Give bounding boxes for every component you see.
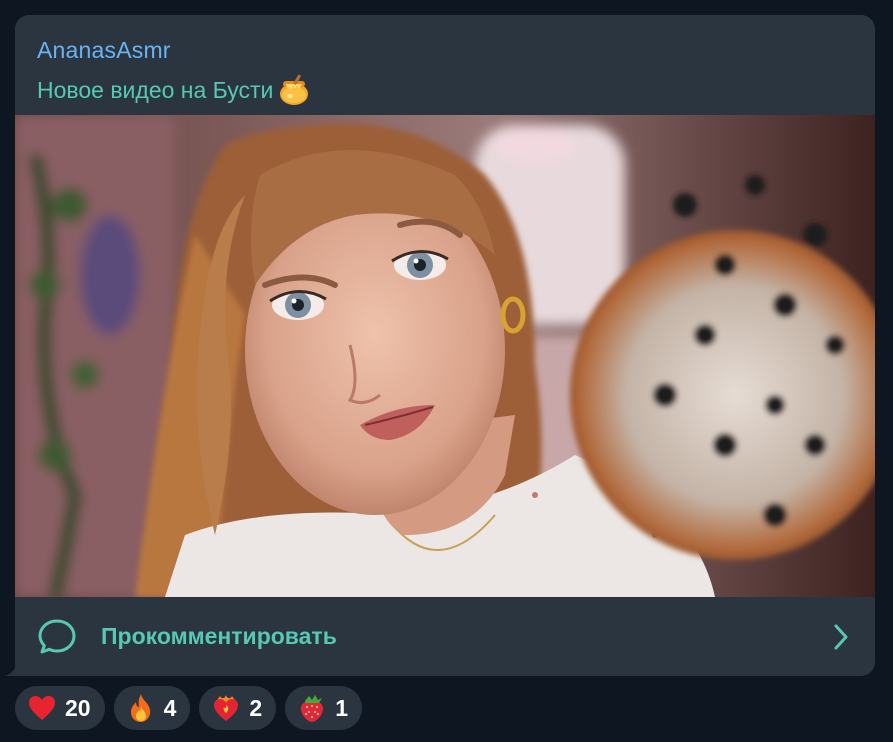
post-caption: Новое видео на Бусти (37, 73, 311, 107)
reaction-fire[interactable]: 4 (113, 686, 191, 730)
chevron-right-icon (831, 623, 851, 651)
post-caption-text: Новое видео на Бусти (37, 76, 274, 103)
comment-label: Прокомментировать (101, 623, 337, 649)
channel-post-bubble: AnanasAsmr Новое видео на Бусти Прокомме… (15, 15, 875, 676)
reaction-red-heart[interactable]: 20 (15, 686, 105, 730)
reactions-bar: 20 4 2 1 (15, 686, 362, 730)
honey-pot-icon (277, 73, 311, 107)
reaction-count: 4 (163, 694, 177, 721)
red-heart-icon (27, 693, 57, 723)
comment-button[interactable]: Прокомментировать (15, 597, 875, 676)
bubble-tail (5, 664, 17, 676)
reaction-heart-on-fire[interactable]: 2 (199, 686, 277, 730)
comment-bubble-icon (37, 617, 77, 657)
chat-background: AnanasAsmr Новое видео на Бусти Прокомме… (0, 0, 893, 742)
post-author[interactable]: AnanasAsmr (37, 37, 171, 64)
post-photo[interactable] (15, 115, 875, 597)
reaction-strawberry[interactable]: 1 (285, 686, 362, 730)
reaction-count: 2 (249, 694, 263, 721)
reaction-count: 1 (335, 694, 348, 721)
heart-on-fire-icon (211, 693, 241, 723)
fire-icon (126, 693, 156, 723)
strawberry-icon (297, 693, 327, 723)
reaction-count: 20 (65, 694, 91, 721)
